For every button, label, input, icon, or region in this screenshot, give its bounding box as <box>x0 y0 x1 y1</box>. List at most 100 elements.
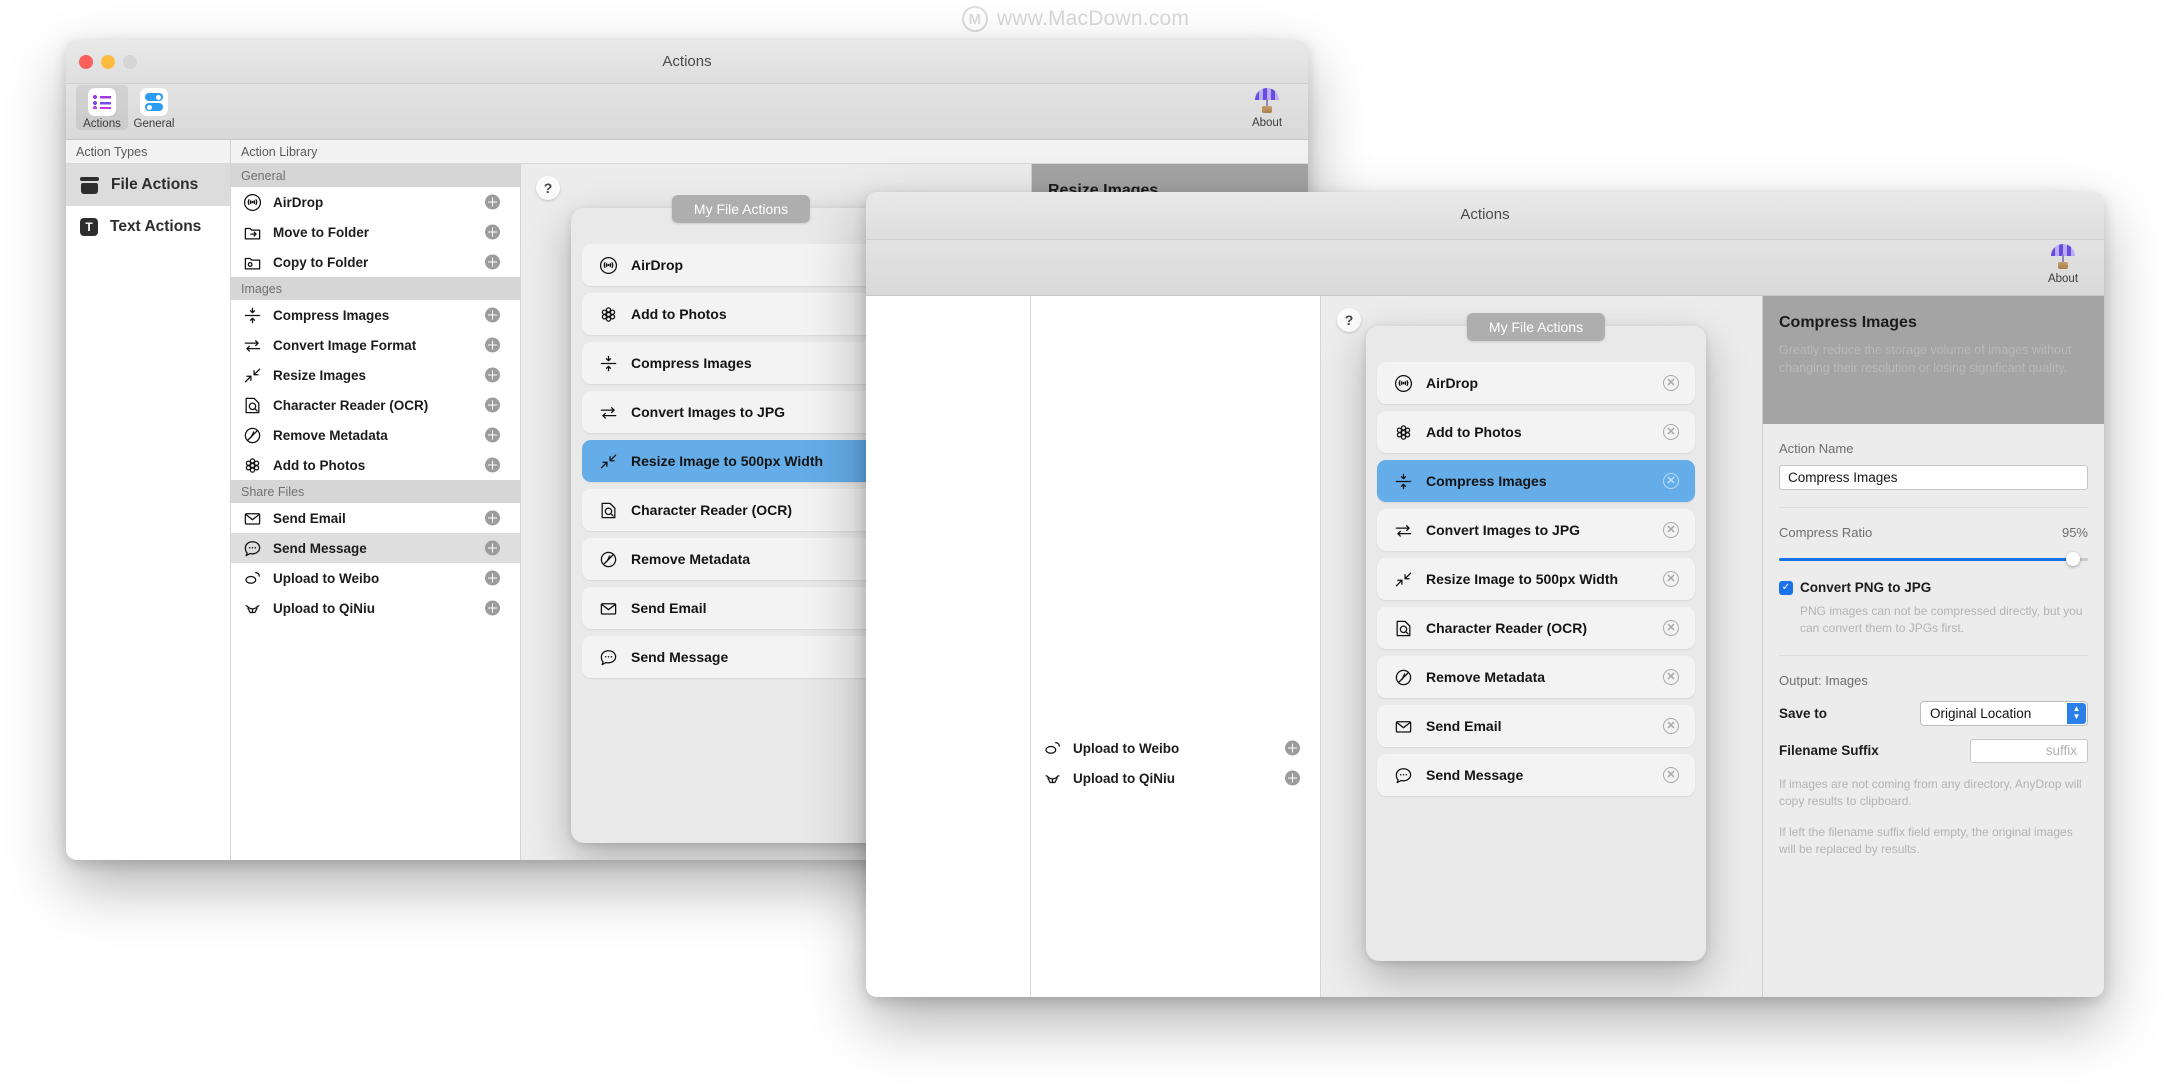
action-type-label: Text Actions <box>110 218 201 236</box>
library-row-label: Send Message <box>273 541 367 556</box>
add-action-button[interactable] <box>485 255 500 270</box>
add-action-button[interactable] <box>485 511 500 526</box>
library-row[interactable]: Add to Photos <box>231 450 520 480</box>
my-file-actions-popup-back[interactable]: My File Actions AirDrop✕Add to Photos✕Co… <box>571 208 911 843</box>
my-action-chip-label: Add to Photos <box>631 306 727 322</box>
library-row-label: Send Email <box>273 511 346 526</box>
my-action-chip[interactable]: Send Message✕ <box>582 636 900 678</box>
my-action-chip[interactable]: Add to Photos✕ <box>1377 411 1695 453</box>
my-action-chip[interactable]: Character Reader (OCR)✕ <box>582 489 900 531</box>
checkbox-checked-icon[interactable]: ✓ <box>1779 581 1793 595</box>
filename-suffix-row-front: Filename Suffix suffix <box>1779 739 2088 763</box>
popup-title-front[interactable]: My File Actions <box>1467 313 1605 341</box>
add-action-button[interactable] <box>1285 741 1300 756</box>
convert-png-checkbox-row[interactable]: ✓ Convert PNG to JPG <box>1779 580 2088 595</box>
slider-fill <box>1779 558 2073 561</box>
my-action-chip[interactable]: Send Message ✕ <box>1377 754 1695 796</box>
about-button[interactable]: About <box>1240 86 1294 129</box>
window-actions-front[interactable]: Actions About Upload to WeiboUpload to Q… <box>866 192 2104 997</box>
my-action-chip[interactable]: Character Reader (OCR)✕ <box>1377 607 1695 649</box>
remove-action-icon[interactable]: ✕ <box>1663 718 1679 734</box>
library-row[interactable]: Character Reader (OCR) <box>231 390 520 420</box>
my-action-chip[interactable]: Remove Metadata✕ <box>1377 656 1695 698</box>
my-action-chip-label: Send Message <box>1426 767 1523 783</box>
add-action-button[interactable] <box>485 308 500 323</box>
remove-action-icon[interactable]: ✕ <box>1663 767 1679 783</box>
photos-icon <box>243 456 262 475</box>
about-button-front[interactable]: About <box>2036 242 2090 285</box>
add-action-button[interactable] <box>485 368 500 383</box>
titlebar-front[interactable]: Actions <box>866 192 2104 240</box>
toolbar-front: About <box>866 240 2104 296</box>
remove-action-icon[interactable]: ✕ <box>1663 522 1679 538</box>
add-action-button[interactable] <box>485 601 500 616</box>
compress-ratio-slider[interactable] <box>1779 552 2088 566</box>
add-action-button[interactable] <box>1285 771 1300 786</box>
library-row[interactable]: Upload to QiNiu <box>231 593 520 623</box>
screenshot-root: M www.MacDown.com Actions Actions <box>0 0 2170 1086</box>
library-row[interactable]: Copy to Folder <box>231 247 520 277</box>
help-button[interactable]: ? <box>536 176 560 200</box>
my-action-chip[interactable]: Convert Images to JPG✕ <box>1377 509 1695 551</box>
help-button-front[interactable]: ? <box>1337 308 1361 332</box>
slider-knob[interactable] <box>2066 552 2080 566</box>
add-action-button[interactable] <box>485 225 500 240</box>
my-action-chip[interactable]: Resize Image to 500px Width✕ <box>582 440 900 482</box>
add-action-button[interactable] <box>485 458 500 473</box>
titlebar-back[interactable]: Actions <box>66 40 1308 84</box>
my-action-chip[interactable]: Resize Image to 500px Width✕ <box>1377 558 1695 600</box>
library-row[interactable]: Convert Image Format <box>231 330 520 360</box>
weibo-icon <box>243 569 262 588</box>
my-action-chip[interactable]: Remove Metadata✕ <box>582 538 900 580</box>
filename-suffix-input-front[interactable]: suffix <box>1970 739 2088 763</box>
my-action-chip[interactable]: Add to Photos✕ <box>582 293 900 335</box>
library-row[interactable]: Remove Metadata <box>231 420 520 450</box>
library-row[interactable]: Compress Images <box>231 300 520 330</box>
library-row[interactable]: Upload to Weibo <box>231 563 520 593</box>
add-action-button[interactable] <box>485 195 500 210</box>
library-row-label: Upload to Weibo <box>273 571 379 586</box>
save-to-label-front: Save to <box>1779 706 1827 721</box>
library-row[interactable]: Upload to Weibo <box>1031 733 1320 763</box>
action-types-pane-front <box>866 296 1031 997</box>
remove-action-icon[interactable]: ✕ <box>1663 424 1679 440</box>
tab-actions[interactable]: Actions <box>76 85 128 130</box>
my-action-chip[interactable]: Compress Images✕ <box>582 342 900 384</box>
my-file-actions-popup-front[interactable]: My File Actions AirDrop✕Add to Photos✕Co… <box>1366 326 1706 961</box>
my-action-chip[interactable]: AirDrop✕ <box>582 244 900 286</box>
add-action-button[interactable] <box>485 428 500 443</box>
ocr-icon <box>243 396 262 415</box>
action-name-input-front[interactable]: Compress Images <box>1779 465 2088 490</box>
add-action-button[interactable] <box>485 541 500 556</box>
folder-arrow-icon <box>243 223 262 242</box>
my-action-chip[interactable]: Compress Images✕ <box>1377 460 1695 502</box>
action-type-item-file-actions[interactable]: File Actions <box>66 164 230 206</box>
tab-general[interactable]: General <box>128 85 180 130</box>
library-row[interactable]: Send Message <box>231 533 520 563</box>
my-action-chip[interactable]: Send Email✕ <box>1377 705 1695 747</box>
photos-icon <box>599 305 618 324</box>
popup-title-back[interactable]: My File Actions <box>672 195 810 223</box>
library-row[interactable]: Move to Folder <box>231 217 520 247</box>
action-type-item-text-actions[interactable]: TText Actions <box>66 206 230 248</box>
add-action-button[interactable] <box>485 571 500 586</box>
library-row[interactable]: AirDrop <box>231 187 520 217</box>
library-row[interactable]: Send Email <box>231 503 520 533</box>
remove-action-icon[interactable]: ✕ <box>1663 571 1679 587</box>
library-group-header: General <box>231 164 520 187</box>
my-action-chip[interactable]: Send Email✕ <box>582 587 900 629</box>
library-row[interactable]: Upload to QiNiu <box>1031 763 1320 793</box>
remove-action-icon[interactable]: ✕ <box>1663 669 1679 685</box>
add-action-button[interactable] <box>485 398 500 413</box>
my-action-chip[interactable]: Convert Images to JPG✕ <box>582 391 900 433</box>
add-action-button[interactable] <box>485 338 500 353</box>
filename-suffix-label-front: Filename Suffix <box>1779 743 1879 758</box>
remove-action-icon[interactable]: ✕ <box>1663 473 1679 489</box>
library-row[interactable]: Resize Images <box>231 360 520 390</box>
watermark-logo-icon: M <box>962 6 988 32</box>
remove-action-icon[interactable]: ✕ <box>1663 375 1679 391</box>
remove-action-icon[interactable]: ✕ <box>1663 620 1679 636</box>
save-to-select-front[interactable]: Original Location ▲▼ <box>1920 701 2088 726</box>
library-row-label: Remove Metadata <box>273 428 388 443</box>
my-action-chip[interactable]: AirDrop✕ <box>1377 362 1695 404</box>
